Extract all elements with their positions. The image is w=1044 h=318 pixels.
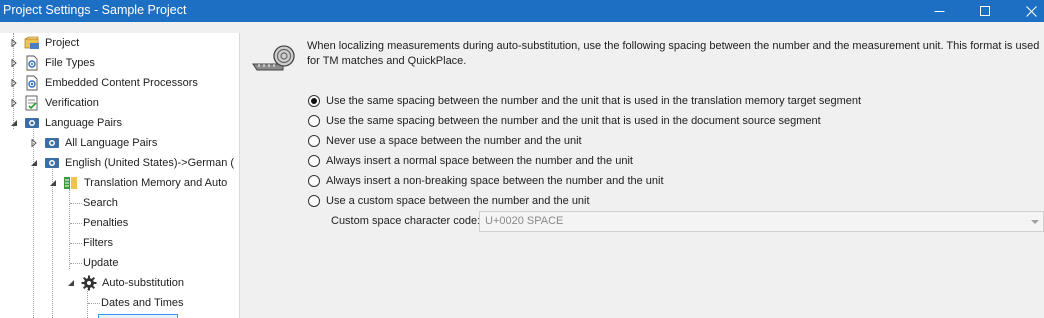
option-label: Use the same spacing between the number … xyxy=(326,115,821,127)
settings-tree[interactable]: Project File Types Embedded Content Proc… xyxy=(0,33,240,318)
custom-space-dropdown[interactable]: U+0020 SPACE xyxy=(479,211,1044,232)
tree-item-label: English (United States)->German ( xyxy=(65,157,235,169)
collapse-arrow-icon[interactable] xyxy=(49,179,57,187)
tree-item-project[interactable]: Project xyxy=(10,33,79,53)
tree-item-filters[interactable]: Filters xyxy=(83,233,113,253)
maximize-button[interactable] xyxy=(962,0,1008,22)
tree-item-label: Language Pairs xyxy=(45,117,123,129)
tree-item-language-pairs[interactable]: Language Pairs xyxy=(10,113,122,133)
description-text: When localizing measurements during auto… xyxy=(307,40,1040,67)
tree-item-search[interactable]: Search xyxy=(83,193,118,213)
maximize-icon xyxy=(979,5,990,16)
tree-item-label: File Types xyxy=(45,57,95,69)
option-normal-space[interactable]: Always insert a normal space between the… xyxy=(308,153,633,169)
language-pairs-icon xyxy=(45,138,59,148)
tree-guide xyxy=(70,263,82,264)
chevron-down-icon xyxy=(1031,220,1039,224)
expand-arrow-icon[interactable] xyxy=(10,39,18,47)
radio-button[interactable] xyxy=(308,175,320,187)
tree-item-label: Dates and Times xyxy=(101,297,184,309)
tree-item-label: Search xyxy=(83,197,118,209)
option-label: Never use a space between the number and… xyxy=(326,135,582,147)
collapse-arrow-icon[interactable] xyxy=(30,159,38,167)
custom-space-value: U+0020 SPACE xyxy=(485,215,564,227)
tree-guide xyxy=(88,303,100,304)
tree-item-label: Filters xyxy=(83,237,113,249)
tree-item-selected[interactable] xyxy=(98,314,178,318)
custom-space-label: Custom space character code: xyxy=(331,215,481,227)
tree-guide xyxy=(69,189,70,269)
collapse-arrow-icon[interactable] xyxy=(67,279,75,287)
title-bar: Project Settings - Sample Project xyxy=(0,0,1044,22)
verification-icon xyxy=(25,95,38,111)
tree-item-label: Project xyxy=(45,37,80,49)
expand-arrow-icon[interactable] xyxy=(30,139,38,147)
collapse-arrow-icon[interactable] xyxy=(10,119,18,127)
expand-arrow-icon[interactable] xyxy=(10,59,18,67)
tree-guide xyxy=(70,203,82,204)
option-label: Use a custom space between the number an… xyxy=(326,195,590,207)
expand-arrow-icon[interactable] xyxy=(10,79,18,87)
option-label: Use the same spacing between the number … xyxy=(326,95,862,107)
tree-item-embedded-content-processors[interactable]: Embedded Content Processors xyxy=(10,73,198,93)
minimize-button[interactable] xyxy=(916,0,962,22)
radio-button[interactable] xyxy=(308,95,320,107)
close-icon xyxy=(1025,5,1037,17)
tree-item-translation-memory[interactable]: Translation Memory and Auto xyxy=(49,173,227,193)
tree-item-label: Update xyxy=(83,257,119,269)
option-tm-target-spacing[interactable]: Use the same spacing between the number … xyxy=(308,93,861,109)
embedded-content-icon xyxy=(26,75,38,91)
settings-panel: When localizing measurements during auto… xyxy=(241,22,1044,318)
close-button[interactable] xyxy=(1008,0,1044,22)
project-icon xyxy=(24,36,39,49)
option-source-segment-spacing[interactable]: Use the same spacing between the number … xyxy=(308,113,821,129)
language-pairs-icon xyxy=(25,118,39,128)
window-title: Project Settings - Sample Project xyxy=(3,3,187,17)
translation-memory-icon xyxy=(64,177,77,189)
option-non-breaking-space[interactable]: Always insert a non-breaking space betwe… xyxy=(308,173,664,189)
gear-icon xyxy=(81,275,97,291)
tree-item-verification[interactable]: Verification xyxy=(10,93,99,113)
tree-item-dates-and-times[interactable]: Dates and Times xyxy=(101,293,184,313)
tree-item-file-types[interactable]: File Types xyxy=(10,53,95,73)
expand-arrow-icon[interactable] xyxy=(10,99,18,107)
option-never-space[interactable]: Never use a space between the number and… xyxy=(308,133,582,149)
tree-item-auto-substitution[interactable]: Auto-substitution xyxy=(67,273,184,293)
tree-item-english-german[interactable]: English (United States)->German ( xyxy=(30,153,234,173)
tree-item-all-language-pairs[interactable]: All Language Pairs xyxy=(30,133,157,153)
file-types-icon xyxy=(26,55,38,71)
measurement-tape-icon xyxy=(252,45,295,71)
radio-button[interactable] xyxy=(308,195,320,207)
tree-guide xyxy=(70,223,82,224)
tree-item-label: Penalties xyxy=(83,217,129,229)
option-label: Always insert a normal space between the… xyxy=(326,155,633,167)
tree-item-label: Verification xyxy=(45,97,99,109)
option-custom-space[interactable]: Use a custom space between the number an… xyxy=(308,193,590,209)
tree-item-update[interactable]: Update xyxy=(83,253,118,273)
tree-item-label: Embedded Content Processors xyxy=(45,77,198,89)
radio-button[interactable] xyxy=(308,135,320,147)
radio-button[interactable] xyxy=(308,115,320,127)
tree-item-label: Translation Memory and Auto xyxy=(84,177,228,189)
radio-button[interactable] xyxy=(308,155,320,167)
option-label: Always insert a non-breaking space betwe… xyxy=(326,175,664,187)
tree-guide xyxy=(70,243,82,244)
language-pairs-icon xyxy=(45,158,59,168)
tree-item-label: Auto-substitution xyxy=(102,277,184,289)
minimize-icon xyxy=(934,10,944,12)
tree-item-label: All Language Pairs xyxy=(65,137,158,149)
tree-item-penalties[interactable]: Penalties xyxy=(83,213,128,233)
